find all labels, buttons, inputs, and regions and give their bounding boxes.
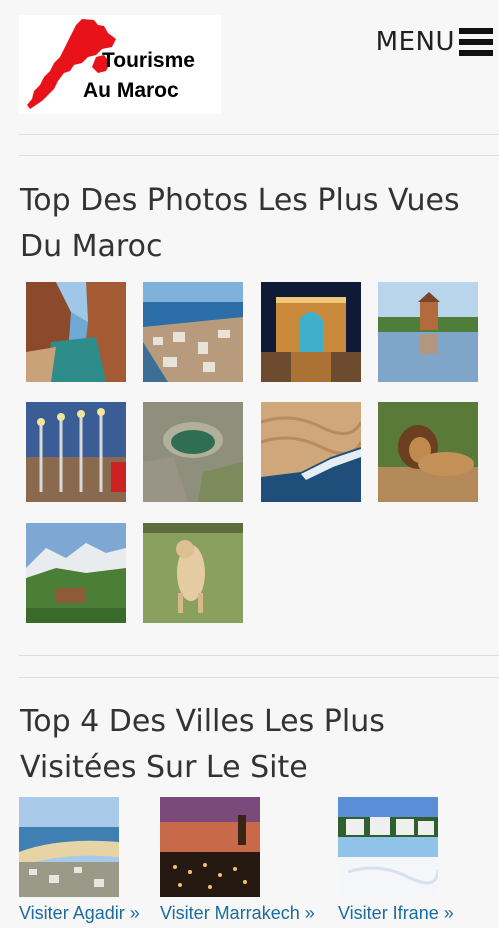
lion-photo	[378, 402, 478, 502]
lanterns-bridge-photo	[26, 402, 126, 502]
menara-pavilion-photo	[378, 282, 478, 382]
divider	[19, 155, 499, 156]
photo-thumbnail[interactable]	[378, 282, 478, 382]
palace-night-photo	[261, 282, 361, 382]
city-image-agadir[interactable]	[19, 797, 119, 897]
photo-thumbnail[interactable]	[261, 282, 361, 382]
cities-section-title: Top 4 Des Villes Les Plus Visitées Sur L…	[20, 704, 385, 785]
marrakech-square-photo	[160, 797, 260, 897]
photo-thumbnail[interactable]	[378, 402, 478, 502]
divider	[19, 134, 499, 135]
site-logo[interactable]: Tourisme Au Maroc	[19, 15, 221, 114]
photo-thumbnail[interactable]	[143, 282, 243, 382]
city-image-marrakech[interactable]	[160, 797, 260, 897]
photos-section-title: Top Des Photos Les Plus Vues Du Maroc	[20, 183, 460, 264]
menu-label: MENU	[375, 27, 455, 57]
agadir-bay-photo	[19, 797, 119, 897]
photo-thumbnail[interactable]	[26, 402, 126, 502]
lioness-photo	[143, 523, 243, 623]
desert-ocean-photo	[261, 402, 361, 502]
atlas-mountains-photo	[26, 523, 126, 623]
city-link-agadir[interactable]: Visiter Agadir »	[19, 903, 140, 924]
ifrane-snow-photo	[338, 797, 438, 897]
menu-button[interactable]: MENU	[376, 20, 493, 64]
photo-thumbnail[interactable]	[143, 523, 243, 623]
coastal-city-photo	[143, 282, 243, 382]
photo-thumbnail[interactable]	[261, 402, 361, 502]
photo-thumbnail[interactable]	[26, 523, 126, 623]
photo-thumbnail[interactable]	[26, 282, 126, 382]
site-header: Tourisme Au Maroc MENU	[0, 0, 499, 135]
canyon-river-photo	[26, 282, 126, 382]
divider	[19, 677, 499, 678]
hamburger-icon	[459, 26, 493, 58]
photo-thumbnail[interactable]	[143, 402, 243, 502]
divider	[19, 655, 499, 656]
logo-text-line1: Tourisme	[102, 49, 195, 72]
city-link-marrakech[interactable]: Visiter Marrakech »	[160, 903, 315, 924]
rock-pool-photo	[143, 402, 243, 502]
city-link-ifrane[interactable]: Visiter Ifrane »	[338, 903, 454, 924]
city-image-ifrane[interactable]	[338, 797, 438, 897]
logo-text-line2: Au Maroc	[83, 79, 179, 102]
